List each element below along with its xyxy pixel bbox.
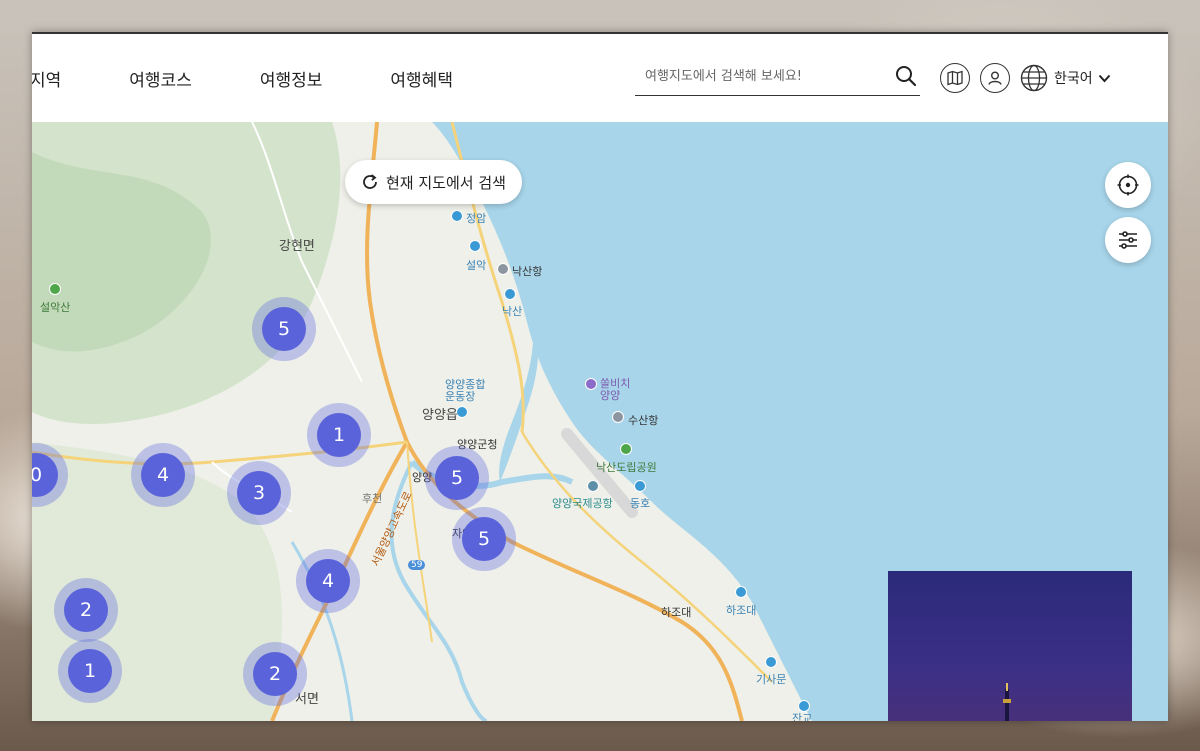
nav-item-info[interactable]: 여행정보 [260,66,323,91]
map-label-airport: 양양국제공항 [552,497,613,510]
map-label-seorak: 설악 [466,259,487,272]
park-poi-icon[interactable] [620,443,632,455]
nav-item-course[interactable]: 여행코스 [129,66,192,91]
locate-me-button[interactable] [1105,162,1151,208]
beach-poi-icon[interactable] [469,240,481,252]
site-header: 지역 여행코스 여행정보 여행혜택 한국어 [32,34,1168,122]
map-label-seoraksan: 설악산 [40,301,71,314]
map-label-hajodae: 하조대 [726,604,757,617]
marker-cluster[interactable]: 1 [307,403,371,467]
map-label-jeongam: 정암 [466,212,487,225]
cluster-count: 5 [462,517,506,561]
language-selector[interactable]: 한국어 [1054,68,1111,88]
search-current-map-button[interactable]: 현재 지도에서 검색 [345,160,522,204]
map-label-huchon: 후천 [362,492,383,505]
resort-poi-icon[interactable] [585,378,597,390]
map-label-naksan: 낙산 [502,305,523,318]
globe-icon[interactable] [1019,63,1049,93]
port-poi-icon[interactable] [497,263,509,275]
cluster-count: 4 [141,453,185,497]
route-59-badge: 59 [408,560,426,570]
map-label-susanhang: 수산항 [628,414,659,427]
beach-poi-icon[interactable] [504,288,516,300]
map-label-stadium: 양양종합 운동장 [445,378,486,403]
cluster-count: 4 [306,559,350,603]
marker-cluster[interactable]: 3 [227,461,291,525]
marker-cluster[interactable]: 5 [452,507,516,571]
map-label-naksanpark: 낙산도립공원 [596,461,657,474]
map-icon[interactable] [940,63,970,93]
marker-cluster[interactable]: 1 [58,639,122,703]
marker-cluster[interactable]: 4 [131,443,195,507]
map-label-dongho: 동호 [630,497,651,510]
map-label-hajodae-ic: 하조대 [661,606,692,619]
map-label-solbichi: 쏠비치 양양 [600,377,631,402]
cluster-count: 5 [435,456,479,500]
cluster-count: 2 [253,652,297,696]
map-label-gisamun: 기사문 [756,673,787,686]
night-tower-image [1003,683,1011,721]
map-label-jangeon: 잔교 [792,712,813,721]
marker-cluster[interactable]: 5 [425,446,489,510]
search-icon[interactable] [894,64,918,88]
refresh-icon [363,174,377,189]
user-icon[interactable] [980,63,1010,93]
crosshair-icon [1117,174,1139,196]
filter-button[interactable] [1105,217,1151,263]
travel-map[interactable]: 강현면 설악산 정암 설악 낙산항 낙산 양양종합 운동장 양양읍 양양군청 쏠… [32,122,1168,721]
nav-item-region[interactable]: 지역 [32,66,61,91]
port-poi-icon[interactable] [612,411,624,423]
beach-poi-icon[interactable] [765,656,777,668]
map-label-naksanhang: 낙산항 [512,265,543,278]
language-label: 한국어 [1054,71,1093,87]
cluster-count: 1 [317,413,361,457]
search-current-map-label: 현재 지도에서 검색 [386,173,506,192]
search-bar [635,62,920,96]
cluster-count: 2 [64,588,108,632]
beach-poi-icon[interactable] [634,480,646,492]
cluster-count: 5 [262,307,306,351]
cluster-count: 3 [237,471,281,515]
main-nav: 지역 여행코스 여행정보 여행혜택 [32,66,521,91]
cluster-count: 0 [32,453,58,497]
cluster-count: 1 [68,649,112,693]
browser-window: 지역 여행코스 여행정보 여행혜택 한국어 [32,32,1168,721]
marker-cluster[interactable]: 2 [243,642,307,706]
chevron-down-icon [1098,74,1110,82]
nav-item-benefits[interactable]: 여행혜택 [390,66,453,91]
mountain-poi-icon[interactable] [49,283,61,295]
place-thumbnail[interactable] [888,571,1132,721]
marker-cluster[interactable]: 4 [296,549,360,613]
filter-sliders-icon [1119,231,1137,249]
airport-poi-icon[interactable] [587,480,599,492]
map-label-yangyangeup: 양양읍 [422,408,458,423]
map-label-ganghyeon: 강현면 [279,239,315,254]
beach-poi-icon[interactable] [451,210,463,222]
beach-poi-icon[interactable] [735,586,747,598]
search-input[interactable] [635,62,885,90]
marker-cluster[interactable]: 2 [54,578,118,642]
marker-cluster[interactable]: 5 [252,297,316,361]
